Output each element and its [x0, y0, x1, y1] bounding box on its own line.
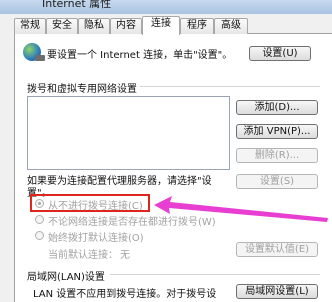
tab-connections[interactable]: 连接 [142, 16, 180, 35]
tab-privacy[interactable]: 隐私 [78, 18, 110, 34]
network-cable-icon [35, 55, 45, 61]
tab-programs[interactable]: 程序 [180, 18, 214, 34]
highlight-box [30, 194, 150, 212]
dialup-vpn-heading: 拨号和虚拟专用网络设置 [27, 84, 137, 95]
tab-security[interactable]: 安全 [46, 18, 78, 34]
divider [110, 274, 320, 275]
proxy-hint-line1: 如果要为连接配置代理服务器，请选择"设 [27, 176, 212, 187]
add-button[interactable]: 添加(D)... [236, 100, 318, 115]
settings-button[interactable]: 设置(S) [236, 174, 318, 189]
current-default-label: 当前默认连接： [48, 250, 118, 261]
window-title: Internet 属性 [42, 0, 112, 10]
tab-general[interactable]: 常规 [14, 18, 46, 34]
internet-properties-window: Internet 属性 常规 安全 隐私 内容 连接 程序 高级 要设置一个 I… [0, 0, 332, 302]
setup-description: 要设置一个 Internet 连接，单击"设置"。 [47, 50, 233, 61]
divider [140, 86, 320, 87]
set-default-button[interactable]: 设置默认值(E) [236, 242, 318, 257]
lan-settings-button[interactable]: 局域网设置(L) [236, 284, 318, 299]
setup-button[interactable]: 设置(U) [249, 46, 311, 61]
title-bar: Internet 属性 [0, 0, 332, 14]
lan-settings-heading: 局域网(LAN)设置 [27, 272, 105, 283]
tab-advanced[interactable]: 高级 [214, 18, 248, 34]
annotation-arrow [154, 196, 328, 222]
tab-content[interactable]: 内容 [110, 18, 142, 34]
always-dial-radio[interactable] [35, 231, 44, 240]
connections-list[interactable] [27, 96, 230, 170]
always-dial-label: 始终拨打默认连接(O) [48, 233, 144, 244]
dial-whenever-radio[interactable] [35, 215, 44, 224]
lan-description: LAN 设置不应用到拨号连接。对于拨号设 [33, 289, 217, 300]
add-vpn-button[interactable]: 添加 VPN(P)... [236, 124, 318, 139]
tab-strip: 常规 安全 隐私 内容 连接 程序 高级 [14, 16, 332, 35]
arrow-icon [154, 196, 328, 222]
current-default-value: 无 [120, 250, 130, 261]
delete-button[interactable]: 删除(R)... [236, 148, 318, 163]
